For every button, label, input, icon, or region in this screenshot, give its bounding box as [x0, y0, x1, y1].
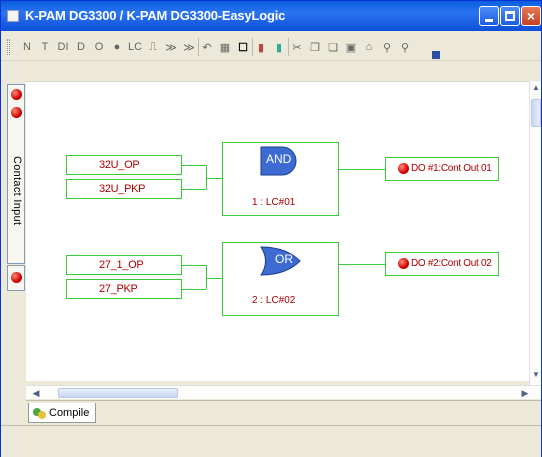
input-signal: 32U_PKP: [99, 183, 146, 195]
gate-type: AND: [266, 152, 292, 166]
frame-icon[interactable]: ☐: [235, 39, 251, 55]
palette-icon[interactable]: ▮: [271, 39, 287, 55]
scroll-thumb[interactable]: [531, 99, 541, 127]
input-signal: 32U_OP: [99, 159, 140, 171]
input-signal: 27_1_OP: [99, 259, 144, 271]
scroll-up-icon[interactable]: ▲: [531, 83, 541, 97]
horizontal-scrollbar[interactable]: ◀ ▶: [26, 385, 541, 399]
wire: [206, 279, 207, 289]
save-icon[interactable]: ▣: [343, 39, 359, 55]
scroll-down-icon[interactable]: ▼: [531, 370, 541, 384]
side-tab-2[interactable]: [7, 265, 25, 291]
do-output-icon[interactable]: D: [73, 39, 89, 55]
shift-right-icon[interactable]: ≫: [163, 39, 179, 55]
gate-label: 2 : LC#02: [252, 295, 296, 306]
shift-right-2-icon[interactable]: ≫: [181, 39, 197, 55]
wire: [182, 289, 206, 290]
color-icon[interactable]: ▮: [253, 39, 269, 55]
wire: [182, 265, 206, 266]
scroll-thumb[interactable]: [58, 388, 178, 398]
vertical-scrollbar[interactable]: ▲ ▼: [529, 81, 541, 386]
toolbar: N T DI D O ● LC ⎍ ≫ ≫ ↶ ▦ ☐ ▮ ▮ ✂ ❐ ❏ ▣ ⌂ ⚲ ⚲: [1, 31, 541, 61]
wire: [339, 169, 385, 170]
paste-icon[interactable]: ❏: [325, 39, 341, 55]
status-bar: [1, 425, 541, 457]
zoom-out-icon[interactable]: ⚲: [397, 39, 413, 55]
wire: [206, 278, 222, 279]
undo-icon[interactable]: ↶: [199, 39, 215, 55]
input-signal: 27_PKP: [99, 283, 138, 295]
grid-icon[interactable]: ▦: [217, 39, 233, 55]
n-contact-icon[interactable]: N: [19, 39, 35, 55]
compile-icon: [33, 406, 46, 419]
logic-canvas[interactable]: 32U_OP 32U_PKP AND 1 : LC#01 DO #1:Cont …: [26, 81, 529, 381]
led-icon: [11, 89, 22, 100]
wire: [182, 165, 206, 166]
contact-input-tab[interactable]: Contact Input: [7, 84, 25, 264]
toolbar-overflow-icon[interactable]: [432, 51, 440, 59]
wire: [206, 265, 207, 278]
scroll-left-icon[interactable]: ◀: [29, 386, 43, 400]
contact-input-label: Contact Input: [11, 156, 23, 226]
t-timer-icon[interactable]: T: [37, 39, 53, 55]
led-icon: [11, 272, 22, 283]
window-title: K-PAM DG3300 / K-PAM DG3300-EasyLogic: [25, 8, 286, 23]
close-icon: ×: [526, 8, 536, 24]
gate-type: OR: [275, 252, 293, 266]
toolbar-grip[interactable]: [7, 39, 10, 55]
app-window: K-PAM DG3300 / K-PAM DG3300-EasyLogic × …: [0, 0, 542, 457]
app-icon: [7, 10, 19, 22]
wire: [206, 178, 222, 179]
output-led-icon: [398, 163, 409, 174]
open-icon[interactable]: ⌂: [361, 39, 377, 55]
op-icon[interactable]: O: [91, 39, 107, 55]
output-led-icon: [398, 258, 409, 269]
scroll-right-icon[interactable]: ▶: [518, 386, 532, 400]
maximize-icon: [505, 11, 515, 21]
cut-icon[interactable]: ✂: [289, 39, 305, 55]
wire: [182, 189, 206, 190]
lc-icon[interactable]: LC: [127, 39, 143, 55]
side-panel: Contact Input: [7, 79, 25, 404]
output-signal: DO #1:Cont Out 01: [411, 163, 492, 174]
gate-label: 1 : LC#01: [252, 197, 296, 208]
di-input-icon[interactable]: DI: [55, 39, 71, 55]
circle-icon[interactable]: ●: [109, 39, 125, 55]
tab-compile-label: Compile: [49, 406, 90, 419]
minimize-icon: [485, 18, 493, 22]
tab-compile[interactable]: Compile: [28, 403, 97, 423]
title-bar[interactable]: K-PAM DG3300 / K-PAM DG3300-EasyLogic ×: [1, 1, 541, 31]
wire: [339, 264, 385, 265]
maximize-button[interactable]: [500, 6, 520, 26]
bottom-tab-bar: Compile: [26, 400, 541, 424]
led-icon: [11, 107, 22, 118]
pulse-icon[interactable]: ⎍: [145, 39, 161, 55]
close-button[interactable]: ×: [521, 6, 541, 26]
output-signal: DO #2:Cont Out 02: [411, 258, 492, 269]
minimize-button[interactable]: [479, 6, 499, 26]
copy-icon[interactable]: ❐: [307, 39, 323, 55]
wire: [206, 179, 207, 189]
wire: [206, 165, 207, 178]
zoom-icon[interactable]: ⚲: [379, 39, 395, 55]
